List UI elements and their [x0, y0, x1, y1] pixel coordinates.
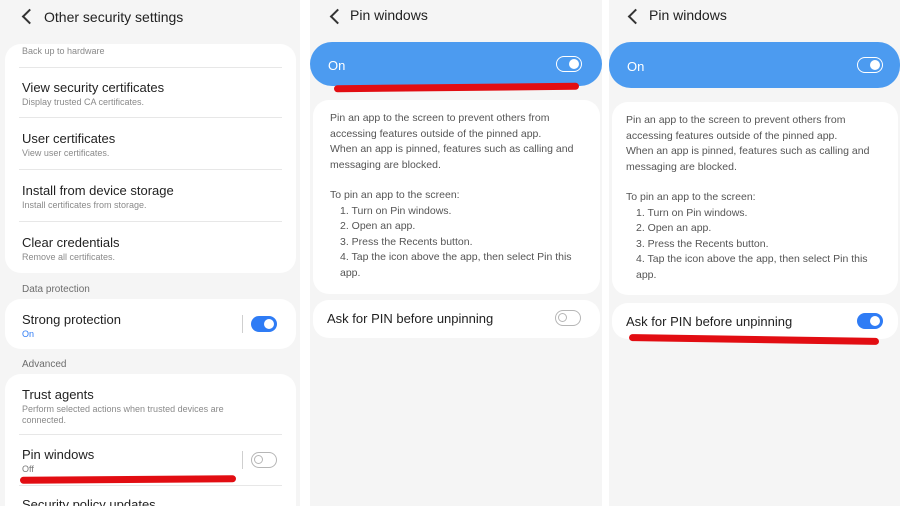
screen-pin-windows-on-state: Pin windows On Pin an app to the screen … [609, 0, 900, 506]
app-bar: Pin windows [609, 0, 900, 36]
back-arrow-icon[interactable] [627, 8, 644, 25]
description-text: Pin an app to the screen to prevent othe… [626, 113, 884, 283]
user-certificates-item[interactable]: User certificates View user certificates… [5, 118, 296, 169]
step-item: app. [636, 268, 657, 281]
trust-agents-item[interactable]: Trust agents Perform selected actions wh… [5, 374, 296, 434]
description-line: accessing features outside of the pinned… [626, 129, 838, 142]
how-to-title: To pin an app to the screen: [626, 191, 756, 203]
item-label: Clear credentials [22, 235, 120, 250]
pin-windows-description-card: Pin an app to the screen to prevent othe… [313, 100, 600, 294]
step-item: 4. Tap the icon above the app, then sele… [636, 253, 868, 265]
back-arrow-icon[interactable] [21, 8, 38, 25]
description-line: messaging are blocked. [330, 158, 441, 171]
item-subtitle: Remove all certificates. [22, 252, 116, 262]
screen-pin-windows-off-state: Pin windows On Pin an app to the screen … [310, 0, 602, 506]
item-subtitle: Install certificates from storage. [22, 200, 147, 210]
ask-pin-toggle[interactable] [857, 313, 883, 329]
pin-windows-description-card: Pin an app to the screen to prevent othe… [612, 102, 898, 295]
step-item: 1. Turn on Pin windows. [636, 206, 748, 219]
item-subtitle: View user certificates. [22, 148, 110, 158]
description-line: When an app is pinned, features such as … [330, 143, 574, 155]
pin-windows-master-switch-bar[interactable]: On [310, 42, 602, 86]
master-switch-label: On [328, 58, 346, 73]
item-label: Install from device storage [22, 183, 174, 198]
advanced-card: Trust agents Perform selected actions wh… [5, 374, 296, 506]
ask-pin-toggle[interactable] [555, 310, 581, 326]
description-line: messaging are blocked. [626, 160, 737, 173]
strong-protection-status: On [22, 329, 35, 339]
ask-pin-label: Ask for PIN before unpinning [327, 311, 494, 326]
item-subtitle: Display trusted CA certificates. [22, 97, 145, 107]
step-item: 1. Turn on Pin windows. [340, 204, 452, 217]
divider [242, 315, 243, 333]
screen-other-security-settings: Other security settings Back up to hardw… [0, 0, 300, 506]
security-policy-updates-item[interactable]: Security policy updates [5, 486, 296, 506]
how-to-title: To pin an app to the screen: [330, 189, 460, 201]
install-from-device-storage-item[interactable]: Install from device storage Install cert… [5, 170, 296, 221]
item-subtitle-line1: Perform selected actions when trusted de… [22, 404, 224, 414]
item-label: Trust agents [22, 387, 94, 402]
strong-protection-toggle[interactable] [251, 316, 277, 332]
pin-windows-toggle[interactable] [251, 452, 277, 468]
step-item: app. [340, 266, 361, 279]
red-underline-annotation [19, 475, 237, 484]
description-line: Pin an app to the screen to prevent othe… [626, 114, 846, 126]
page-title: Pin windows [649, 7, 727, 23]
app-bar: Pin windows [310, 0, 602, 36]
step-item: 4. Tap the icon above the app, then sele… [340, 251, 572, 263]
ask-pin-label: Ask for PIN before unpinning [626, 314, 793, 329]
back-arrow-icon[interactable] [329, 8, 346, 25]
master-toggle[interactable] [857, 57, 883, 73]
page-title: Other security settings [44, 9, 184, 25]
description-text: Pin an app to the screen to prevent othe… [330, 111, 586, 281]
strong-protection-label: Strong protection [22, 312, 122, 327]
page-title: Pin windows [350, 7, 428, 23]
divider [242, 451, 243, 469]
step-item: 2. Open an app. [340, 220, 416, 232]
back-up-hardware-subtitle: Back up to hardware [22, 46, 105, 56]
description-line: Pin an app to the screen to prevent othe… [330, 112, 550, 124]
item-label: User certificates [22, 131, 116, 146]
master-toggle[interactable] [556, 56, 582, 72]
certificates-card: Back up to hardware View security certif… [5, 44, 296, 273]
section-header-data-protection: Data protection [22, 284, 90, 295]
red-underline-annotation [333, 82, 580, 93]
item-subtitle: Off [22, 464, 34, 474]
item-subtitle-line2: connected. [22, 415, 67, 425]
step-item: 3. Press the Recents button. [340, 235, 473, 248]
app-bar: Other security settings [0, 0, 300, 36]
clear-credentials-item[interactable]: Clear credentials Remove all certificate… [5, 222, 296, 273]
item-label: Security policy updates [22, 497, 156, 506]
description-line: accessing features outside of the pinned… [330, 127, 542, 140]
pin-windows-master-switch-bar[interactable]: On [609, 42, 900, 88]
step-item: 3. Press the Recents button. [636, 237, 769, 250]
item-label: View security certificates [22, 80, 165, 95]
ask-pin-card[interactable]: Ask for PIN before unpinning [313, 300, 600, 338]
step-item: 2. Open an app. [636, 222, 712, 234]
item-label: Pin windows [22, 447, 95, 462]
strong-protection-card[interactable]: Strong protection On [5, 299, 296, 349]
description-line: When an app is pinned, features such as … [626, 145, 870, 157]
section-header-advanced: Advanced [22, 359, 67, 370]
view-security-certificates-item[interactable]: View security certificates Display trust… [5, 68, 296, 117]
master-switch-label: On [627, 59, 645, 74]
